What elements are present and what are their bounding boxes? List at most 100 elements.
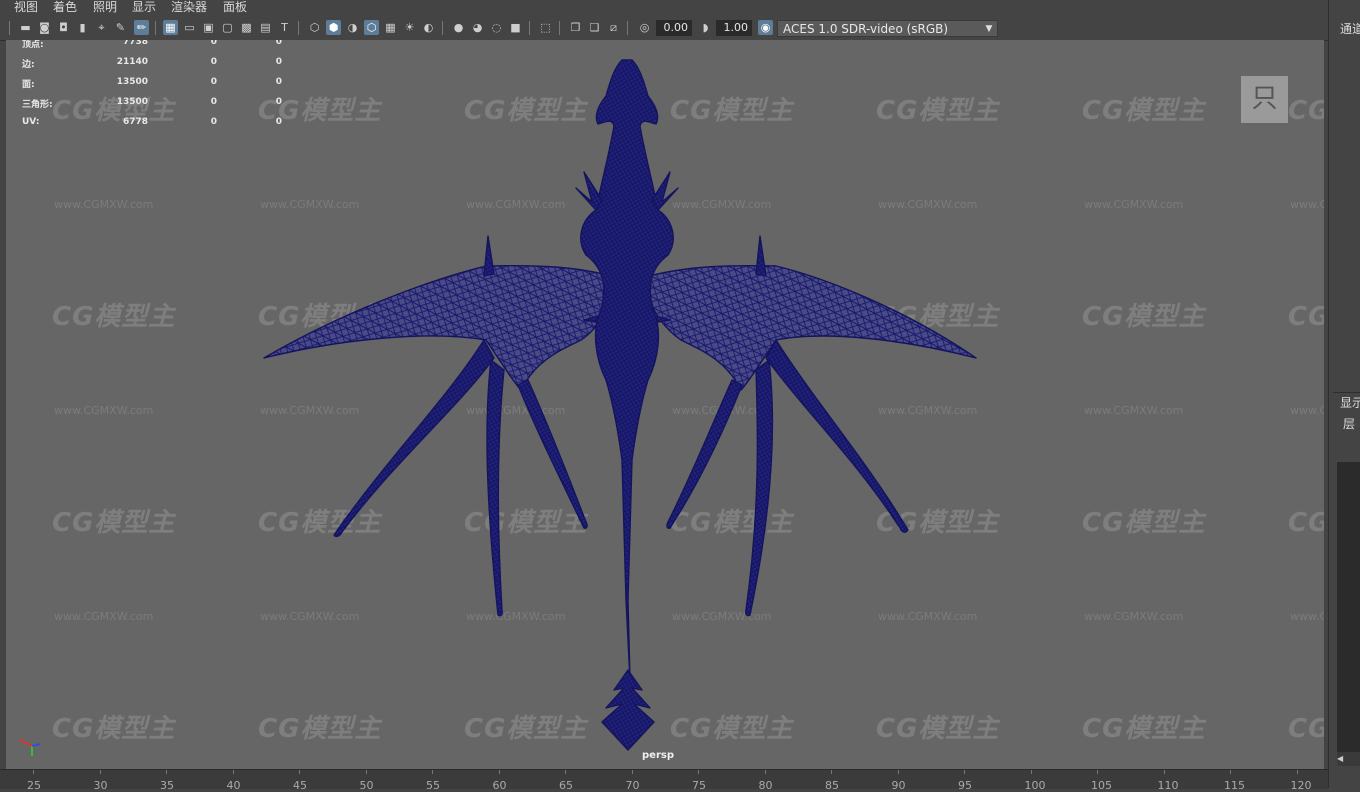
menu-panels[interactable]: 面板 xyxy=(223,0,247,15)
time-slider-ruler[interactable]: 25 30 35 40 45 50 55 60 65 70 75 80 85 90 95 100 105 110 1… xyxy=(0,769,1328,792)
right-wing-finger-middle xyxy=(745,359,774,617)
display-layer-tab[interactable]: 显示 xyxy=(1340,394,1360,411)
film-gate-icon[interactable]: ▭ xyxy=(182,20,197,35)
timeline-tick-mark xyxy=(964,770,965,774)
layer-list[interactable] xyxy=(1337,462,1360,752)
ambient-occlusion-icon[interactable]: ● xyxy=(451,20,466,35)
timeline-tick-mark xyxy=(365,770,367,774)
timeline-tick-mark xyxy=(299,770,300,774)
chevron-down-icon: ▼ xyxy=(985,24,993,34)
bookmark-icon[interactable]: ◘ xyxy=(56,20,71,35)
wireframe-icon[interactable]: ⬡ xyxy=(307,20,322,35)
viewport-menu-bar: 视图 着色 照明 显示 渲染器 面板 xyxy=(0,0,1328,16)
toolbar-separator xyxy=(529,21,530,35)
gate-mask-icon[interactable]: ▢ xyxy=(220,20,235,35)
resolution-gate-icon[interactable]: ▣ xyxy=(201,20,216,35)
safe-title-icon[interactable]: T xyxy=(277,20,292,35)
camera-name-label: persp xyxy=(642,750,674,761)
timeline-tick-mark xyxy=(565,770,566,774)
timeline-tick-mark xyxy=(432,770,433,774)
shadows-icon[interactable]: ◐ xyxy=(421,20,436,35)
viewport-toolbar: ▬ ◙ ◘ ▮ ⌖ ✎ ✏ ▦ ▭ ▣ ▢ ▩ ▤ T ⬡ ⬢ ◑ ⬡ ▦ ☀ … xyxy=(0,16,1328,41)
textured-icon[interactable]: ▦ xyxy=(383,20,398,35)
timeline-tick-mark xyxy=(1296,770,1298,774)
lights-icon[interactable]: ☀ xyxy=(402,20,417,35)
timeline-tick-mark xyxy=(1230,770,1231,774)
timeline-tick-label: 120 xyxy=(1290,779,1312,792)
timeline-tick-mark xyxy=(631,770,633,774)
timeline-tick-label: 100 xyxy=(1024,779,1046,792)
dragon-wireframe-model[interactable] xyxy=(6,40,1324,769)
toolbar-separator xyxy=(155,21,156,35)
neck-spike-left xyxy=(575,171,603,211)
timeline-tick-label: 40 xyxy=(226,779,241,792)
color-management-icon[interactable]: ◉ xyxy=(758,20,773,35)
depth-of-field-icon[interactable]: ■ xyxy=(508,20,523,35)
isolate-select-icon[interactable]: ⬚ xyxy=(538,20,553,35)
exposure-field[interactable]: 0.00 xyxy=(656,20,692,36)
image-plane-icon[interactable]: ▮ xyxy=(75,20,90,35)
toolbar-separator xyxy=(9,21,10,35)
exposure-icon[interactable]: ◎ xyxy=(637,20,652,35)
grease-pencil-active-icon[interactable]: ✏ xyxy=(134,20,149,35)
xray-icon[interactable]: ❐ xyxy=(568,20,583,35)
select-camera-icon[interactable]: ▬ xyxy=(18,20,33,35)
grid-icon[interactable]: ▦ xyxy=(163,20,178,35)
hud-row-triangles: 三角形: 13500 0 0 xyxy=(22,97,282,110)
timeline-tick-label: 55 xyxy=(426,779,440,792)
timeline-tick-mark xyxy=(1097,770,1098,774)
menu-renderer[interactable]: 渲染器 xyxy=(171,0,207,15)
menu-lighting[interactable]: 照明 xyxy=(93,0,117,15)
gamma-field[interactable]: 1.00 xyxy=(716,20,752,36)
default-material-icon[interactable]: ◑ xyxy=(345,20,360,35)
safe-action-icon[interactable]: ▤ xyxy=(258,20,273,35)
timeline-tick-label: 115 xyxy=(1224,779,1245,792)
timeline-tick-label: 30 xyxy=(93,779,108,792)
timeline-tick-mark xyxy=(1030,770,1032,774)
menu-shading[interactable]: 着色 xyxy=(53,0,77,15)
hud-row-vertices: 顶点: 7738 0 0 xyxy=(22,40,282,50)
timeline-tick-mark xyxy=(698,770,699,774)
2d-pan-zoom-icon[interactable]: ⌖ xyxy=(94,20,109,35)
menu-view[interactable]: 视图 xyxy=(14,0,38,15)
channel-box-tab[interactable]: 通道 xyxy=(1340,20,1360,37)
layer-menu[interactable]: 层 xyxy=(1343,415,1355,432)
timeline-tick-label: 50 xyxy=(359,779,374,792)
left-wing xyxy=(263,264,619,391)
view-transform-value: ACES 1.0 SDR-video (sRGB) xyxy=(783,22,949,36)
right-wing-finger-inner xyxy=(666,379,743,529)
layer-list-scrollbar[interactable]: ◀ xyxy=(1337,752,1360,766)
timeline-tick-mark xyxy=(498,770,500,774)
toolbar-separator xyxy=(559,21,560,35)
camera-attributes-icon[interactable]: ◙ xyxy=(37,20,52,35)
wireframe-on-shaded-icon[interactable]: ⬡ xyxy=(364,20,379,35)
anti-aliasing-icon[interactable]: ◌ xyxy=(489,20,504,35)
menu-show[interactable]: 显示 xyxy=(132,0,156,15)
timeline-tick-label: 75 xyxy=(692,779,706,792)
xray-joints-icon[interactable]: ❏ xyxy=(587,20,602,35)
perspective-viewport[interactable]: CG模型主CG模型主CG模型主CG模型主CG模型主CG模型主CG模型主CG模型主… xyxy=(6,40,1324,769)
gamma-icon[interactable]: ◗ xyxy=(698,20,713,35)
toolbar-separator xyxy=(627,21,628,35)
timeline-tick-label: 65 xyxy=(559,779,573,792)
timeline-tick-mark xyxy=(1163,770,1165,774)
timeline-tick-label: 35 xyxy=(160,779,174,792)
xray-active-components-icon[interactable]: ⧄ xyxy=(606,20,621,35)
left-wing-thumb xyxy=(483,235,495,277)
timeline-tick-label: 105 xyxy=(1091,779,1112,792)
left-wing-finger-inner xyxy=(517,379,588,529)
motion-blur-icon[interactable]: ◕ xyxy=(470,20,485,35)
smooth-shade-icon[interactable]: ⬢ xyxy=(326,20,341,35)
view-transform-dropdown[interactable]: ACES 1.0 SDR-video (sRGB) ▼ xyxy=(777,20,998,37)
watermark-badge: 只 xyxy=(1241,76,1288,123)
axis-gizmo xyxy=(19,739,41,756)
timeline-tick-label: 90 xyxy=(891,779,906,792)
timeline-tick-label: 85 xyxy=(825,779,839,792)
timeline-tick-mark xyxy=(232,770,234,774)
grease-pencil-icon[interactable]: ✎ xyxy=(113,20,128,35)
timeline-tick-label: 70 xyxy=(625,779,640,792)
timeline-tick-label: 80 xyxy=(758,779,773,792)
scroll-left-icon[interactable]: ◀ xyxy=(1337,754,1343,763)
field-chart-icon[interactable]: ▩ xyxy=(239,20,254,35)
timeline-tick-label: 110 xyxy=(1157,779,1179,792)
